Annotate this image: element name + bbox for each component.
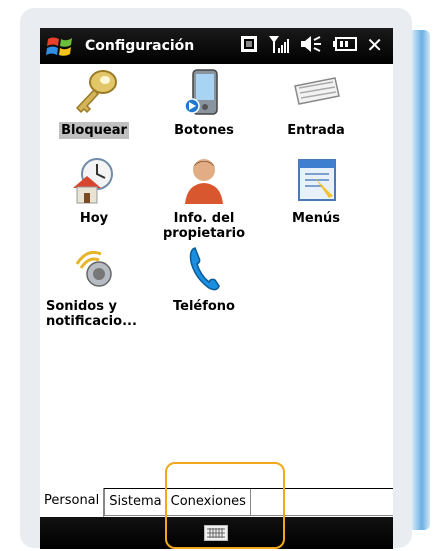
item-sonidos[interactable]: Sonidos y notificacio... [40,244,148,330]
item-label: Teléfono [172,299,235,314]
item-label: Info. del propietario [162,211,245,241]
item-label: Botones [174,123,234,138]
item-telefono[interactable]: Teléfono [150,244,258,315]
item-hoy[interactable]: Hoy [40,156,148,227]
windows-start-icon[interactable] [45,33,77,59]
home-clock-icon [73,158,113,204]
volume-icon[interactable] [300,35,322,57]
tab-conexiones[interactable]: Conexiones [166,489,251,516]
status-icons [240,28,358,64]
item-label: Hoy [79,211,109,226]
title-bar: Configuración ✕ [40,28,393,64]
menu-window-icon [298,159,336,201]
owner-icon [185,159,223,204]
item-bloquear[interactable]: Bloquear [40,68,148,139]
tab-strip-fill [250,489,393,516]
tab-sistema[interactable]: Sistema [104,489,167,516]
bottom-bar [40,517,393,549]
tab-personal[interactable]: Personal [40,488,105,517]
item-label: Entrada [287,123,345,138]
item-label: Bloquear [59,122,129,139]
device-screen: Configuración ✕ Bloquear Botones Entrada… [40,28,393,549]
keyboard-toggle-icon[interactable] [204,525,228,541]
item-info-propietario[interactable]: Info. del propietario [150,156,258,242]
tab-strip: Personal Sistema Conexiones [40,488,393,517]
item-botones[interactable]: Botones [150,68,258,139]
speaker-icon [75,250,112,287]
item-entrada[interactable]: Entrada [262,68,370,139]
item-label: Sonidos y notificacio... [46,299,137,329]
frame-edge-glow [412,30,430,530]
close-icon[interactable]: ✕ [366,33,383,57]
app-title: Configuración [85,38,195,54]
key-icon [75,70,117,114]
item-menus[interactable]: Menús [262,156,370,227]
keyboard-icon [294,77,340,105]
sim-card-icon[interactable] [240,35,258,57]
phone-icon [189,247,220,291]
item-label: Menús [291,211,340,226]
signal-icon[interactable] [268,34,290,58]
battery-icon[interactable] [332,36,358,56]
device-button-icon [184,69,218,115]
